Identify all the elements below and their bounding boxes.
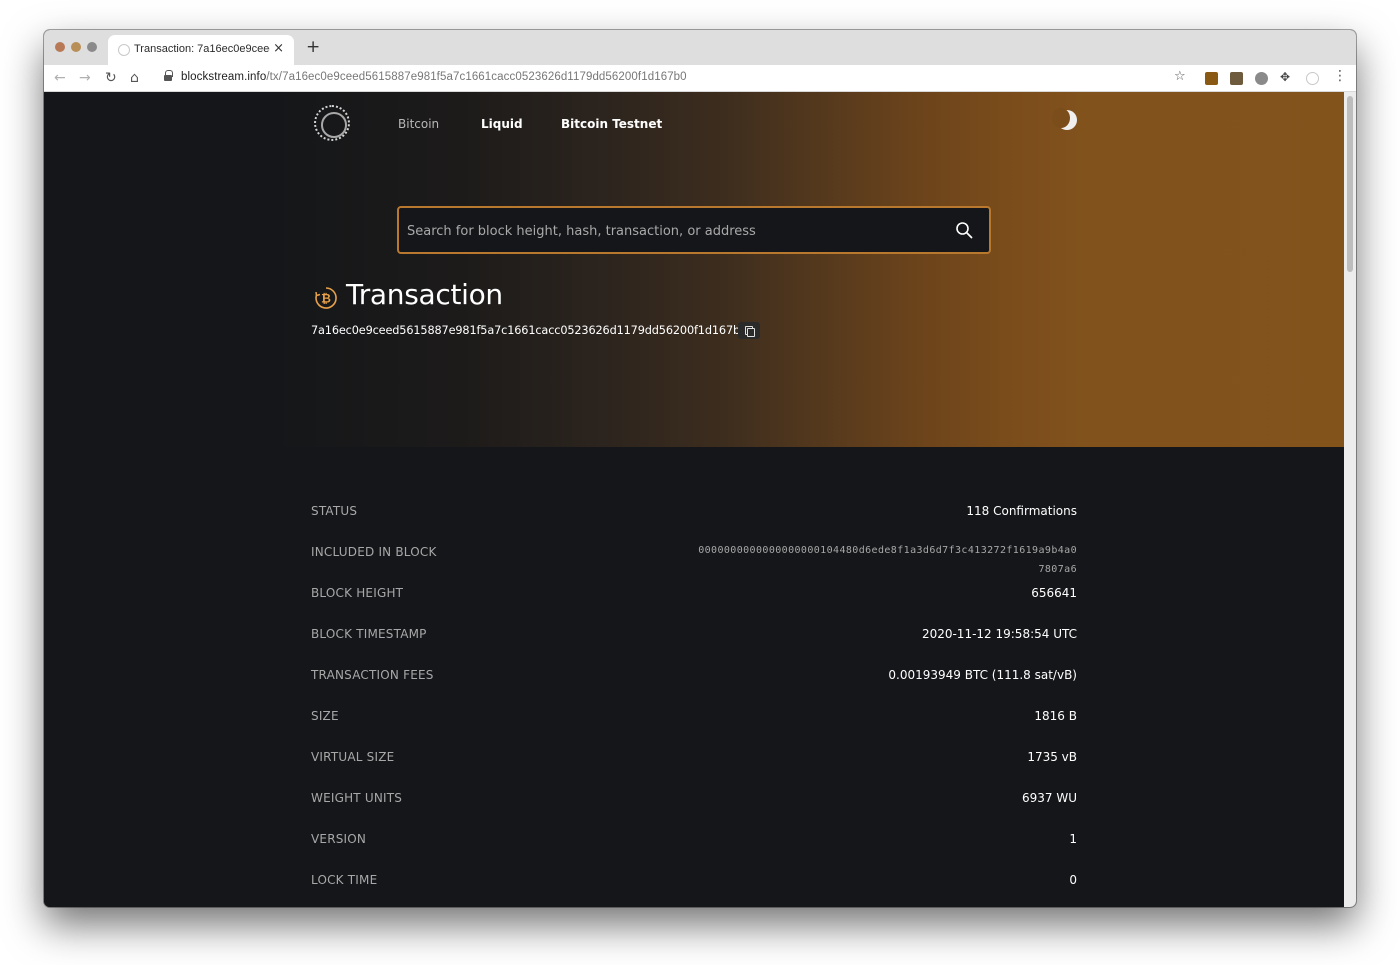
detail-label: WEIGHT UNITS bbox=[311, 791, 403, 805]
tab-close-icon[interactable]: × bbox=[273, 42, 284, 56]
maximize-window-button[interactable] bbox=[87, 42, 97, 52]
scrollbar-thumb[interactable] bbox=[1347, 96, 1353, 272]
svg-text:₿: ₿ bbox=[321, 292, 331, 306]
puzzle-icon[interactable]: ✥ bbox=[1280, 70, 1290, 84]
detail-row-size: SIZE 1816 B bbox=[311, 702, 1077, 743]
nav-liquid[interactable]: Liquid bbox=[481, 117, 523, 131]
detail-label: TRANSACTION FEES bbox=[311, 668, 434, 682]
search-icon[interactable] bbox=[955, 221, 973, 239]
url-field[interactable]: blockstream.info/tx/7a16ec0e9ceed5615887… bbox=[181, 71, 687, 83]
home-icon[interactable]: ⌂ bbox=[130, 69, 139, 87]
page-scrollbar[interactable] bbox=[1344, 92, 1356, 907]
detail-row-block-timestamp: BLOCK TIMESTAMP 2020-11-12 19:58:54 UTC bbox=[311, 620, 1077, 661]
reload-icon[interactable]: ↻ bbox=[105, 69, 117, 87]
detail-row-version: VERSION 1 bbox=[311, 825, 1077, 866]
block-hash-link[interactable]: 0000000000000000000104480d6ede8f1a3d6d7f… bbox=[693, 541, 1077, 579]
profile-icon[interactable] bbox=[1306, 72, 1319, 85]
copy-icon[interactable] bbox=[738, 322, 760, 339]
search-input[interactable] bbox=[407, 222, 927, 240]
minimize-window-button[interactable] bbox=[71, 42, 81, 52]
blockstream-logo-icon[interactable] bbox=[314, 105, 350, 141]
detail-label: INCLUDED IN BLOCK bbox=[311, 545, 437, 559]
url-host: blockstream.info bbox=[181, 71, 267, 83]
lock-icon[interactable] bbox=[164, 70, 173, 83]
detail-row-transaction-fees: TRANSACTION FEES 0.00193949 BTC (111.8 s… bbox=[311, 661, 1077, 702]
detail-label: LOCK TIME bbox=[311, 873, 378, 887]
detail-label: SIZE bbox=[311, 709, 339, 723]
browser-tab[interactable]: Transaction: 7a16ec0e9ceed5615887e981f5a… bbox=[108, 35, 294, 65]
detail-row-lock-time: LOCK TIME 0 bbox=[311, 866, 1077, 907]
bitcoin-transaction-icon: ₿ bbox=[315, 287, 337, 309]
menu-icon[interactable]: ⋮ bbox=[1333, 68, 1347, 84]
transaction-details: STATUS 118 Confirmations INCLUDED IN BLO… bbox=[311, 497, 1077, 907]
detail-label: VERSION bbox=[311, 832, 367, 846]
detail-value: 118 Confirmations bbox=[966, 504, 1077, 518]
forward-icon[interactable]: → bbox=[79, 69, 91, 87]
star-icon[interactable]: ☆ bbox=[1174, 69, 1186, 84]
tab-title: Transaction: 7a16ec0e9ceed5615887e981f5a… bbox=[134, 43, 270, 55]
back-icon[interactable]: ← bbox=[54, 69, 66, 87]
extension-icon[interactable] bbox=[1205, 72, 1218, 85]
detail-label: STATUS bbox=[311, 504, 358, 518]
detail-row-included-in-block: INCLUDED IN BLOCK 0000000000000000000104… bbox=[311, 538, 1077, 579]
nav-bitcoin-testnet[interactable]: Bitcoin Testnet bbox=[561, 117, 662, 131]
transaction-id: 7a16ec0e9ceed5615887e981f5a7c1661cacc052… bbox=[311, 324, 748, 337]
detail-value: 0 bbox=[1069, 873, 1077, 887]
close-window-button[interactable] bbox=[55, 42, 65, 52]
detail-value: 1735 vB bbox=[1027, 750, 1077, 764]
hero-banner: Bitcoin Liquid Bitcoin Testnet ₿ Transac… bbox=[44, 92, 1344, 447]
detail-row-status: STATUS 118 Confirmations bbox=[311, 497, 1077, 538]
detail-label: BLOCK TIMESTAMP bbox=[311, 627, 427, 641]
nav-bitcoin[interactable]: Bitcoin bbox=[398, 117, 439, 131]
block-height-link[interactable]: 656641 bbox=[1031, 586, 1077, 600]
browser-window: Transaction: 7a16ec0e9ceed5615887e981f5a… bbox=[44, 30, 1356, 907]
detail-value: 6937 WU bbox=[1021, 791, 1077, 805]
extension-icon[interactable] bbox=[1255, 72, 1268, 85]
detail-label: BLOCK HEIGHT bbox=[311, 586, 404, 600]
detail-value: 2020-11-12 19:58:54 UTC bbox=[921, 627, 1077, 641]
page-title: Transaction bbox=[346, 278, 503, 311]
detail-label: VIRTUAL SIZE bbox=[311, 750, 395, 764]
tab-strip: Transaction: 7a16ec0e9ceed5615887e981f5a… bbox=[44, 30, 1356, 65]
new-tab-button[interactable]: + bbox=[306, 38, 320, 56]
detail-row-virtual-size: VIRTUAL SIZE 1735 vB bbox=[311, 743, 1077, 784]
detail-value: 0.00193949 BTC (111.8 sat/vB) bbox=[888, 668, 1077, 682]
url-path: /tx/7a16ec0e9ceed5615887e981f5a7c1661cac… bbox=[266, 71, 687, 83]
detail-value: 1816 B bbox=[1034, 709, 1077, 723]
detail-value: 1 bbox=[1069, 832, 1077, 846]
favicon-icon bbox=[118, 44, 130, 56]
search-box bbox=[397, 206, 991, 254]
detail-row-weight-units: WEIGHT UNITS 6937 WU bbox=[311, 784, 1077, 825]
address-toolbar: ← → ↻ ⌂ blockstream.info/tx/7a16ec0e9cee… bbox=[44, 65, 1356, 92]
page-content: Bitcoin Liquid Bitcoin Testnet ₿ Transac… bbox=[44, 92, 1344, 907]
moon-icon[interactable] bbox=[1052, 108, 1077, 130]
detail-row-block-height: BLOCK HEIGHT 656641 bbox=[311, 579, 1077, 620]
extension-icon[interactable] bbox=[1230, 72, 1243, 85]
